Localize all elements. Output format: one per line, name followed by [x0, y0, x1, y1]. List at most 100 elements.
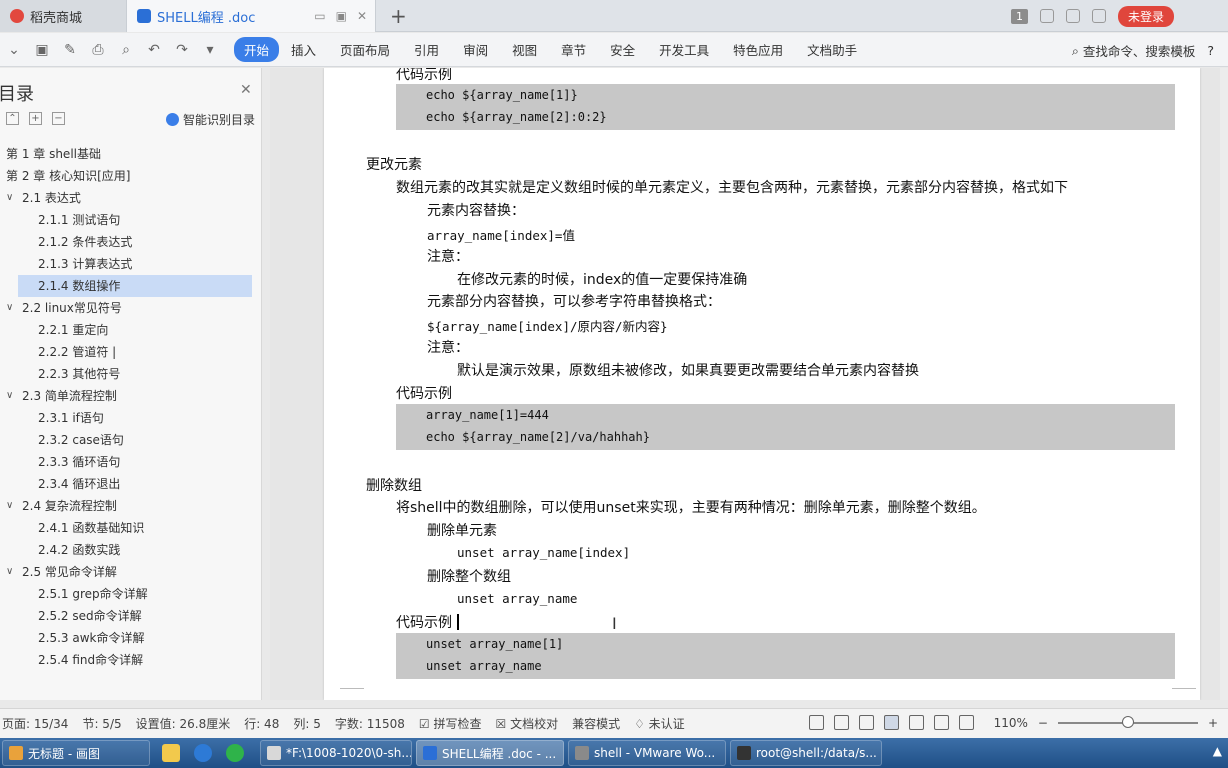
new-tab-plus-icon[interactable]: +: [390, 4, 407, 28]
smart-toc-button[interactable]: 智能识别目录: [166, 111, 255, 128]
format-painter-icon[interactable]: ✎: [62, 42, 78, 58]
toc-item[interactable]: 2.5.3 awk命令详解: [0, 627, 262, 649]
toc-item[interactable]: 2.5.1 grep命令详解: [0, 583, 262, 605]
spell-check-toggle[interactable]: ☑ 拼写检查: [419, 715, 482, 732]
tab-restore-icon[interactable]: ▭: [314, 9, 325, 23]
tab-pin-icon[interactable]: ▣: [336, 9, 347, 23]
toc-item[interactable]: 2.4.2 函数实践: [0, 539, 262, 561]
vertical-scrollbar[interactable]: [1220, 68, 1228, 700]
toc-item[interactable]: 2.1.1 测试语句: [0, 209, 262, 231]
kugou-icon[interactable]: [194, 744, 212, 762]
chevron-down-icon[interactable]: ∨: [6, 561, 13, 583]
menu-special[interactable]: 特色应用: [721, 37, 795, 62]
toc-item[interactable]: 2.3.2 case语句: [0, 429, 262, 451]
zoom-slider[interactable]: [1057, 715, 1198, 728]
menu-doc-assistant[interactable]: 文档助手: [795, 37, 869, 62]
cloud-sync-icon[interactable]: [1039, 9, 1054, 23]
customize-dropdown-icon[interactable]: ▾: [202, 42, 218, 58]
toc-item[interactable]: ∨ 2.3 简单流程控制: [0, 385, 262, 407]
fullscreen-icon[interactable]: [808, 715, 824, 730]
taskbar-item-vmware[interactable]: shell - VMware Wo...: [568, 740, 726, 766]
menu-icon[interactable]: [1091, 9, 1106, 23]
toc-item[interactable]: 2.3.1 if语句: [0, 407, 262, 429]
menu-developer[interactable]: 开发工具: [647, 37, 721, 62]
menu-view[interactable]: 视图: [500, 37, 549, 62]
toc-item[interactable]: 2.3.3 循环语句: [0, 451, 262, 473]
folder-icon[interactable]: [162, 744, 180, 762]
chevron-down-icon[interactable]: ∨: [6, 297, 13, 319]
add-heading-icon[interactable]: +: [29, 112, 42, 125]
command-search[interactable]: ⌕ 查找命令、搜索模板 ?: [1072, 41, 1214, 60]
menu-security[interactable]: 安全: [598, 37, 647, 62]
toc-item[interactable]: ∨ 2.5 常见命令详解: [0, 561, 262, 583]
toc-item[interactable]: 2.5.4 find命令详解: [0, 649, 262, 671]
zoom-slider-handle[interactable]: [1121, 715, 1134, 728]
reading-mode-icon[interactable]: [833, 715, 849, 730]
eye-protection-icon[interactable]: [958, 715, 974, 730]
taskbar-item-paint[interactable]: 无标题 - 画图: [2, 740, 150, 766]
print-icon[interactable]: ⎙: [90, 42, 106, 58]
chevron-up-icon[interactable]: ▲: [1213, 744, 1222, 758]
toc-item[interactable]: 2.5.2 sed命令详解: [0, 605, 262, 627]
menu-insert[interactable]: 插入: [279, 37, 328, 62]
toc-item[interactable]: 2.3.4 循环退出: [0, 473, 262, 495]
chevron-down-icon[interactable]: ∨: [6, 187, 13, 209]
chevron-down-icon[interactable]: ∨: [6, 385, 13, 407]
toc-item[interactable]: 2.2.1 重定向: [0, 319, 262, 341]
toc-item[interactable]: ∨ 2.4 复杂流程控制: [0, 495, 262, 517]
toc-item[interactable]: 第 1 章 shell基础: [0, 143, 262, 165]
menu-page-layout[interactable]: 页面布局: [328, 37, 402, 62]
toc-item[interactable]: 2.2.3 其他符号: [0, 363, 262, 385]
redo-icon[interactable]: ↷: [174, 42, 190, 58]
document-page[interactable]: 代码示例 echo ${array_name[1]} echo ${array_…: [324, 68, 1200, 700]
zoom-level[interactable]: 110%: [994, 716, 1028, 730]
status-words[interactable]: 字数: 11508: [335, 715, 405, 732]
login-button[interactable]: 未登录: [1117, 5, 1174, 27]
print-preview-icon[interactable]: ⌕: [118, 42, 134, 58]
menu-start[interactable]: 开始: [234, 37, 280, 62]
document-area[interactable]: 代码示例 echo ${array_name[1]} echo ${array_…: [270, 68, 1220, 700]
certification-button[interactable]: ♢ 未认证: [634, 715, 685, 732]
tab-close-icon[interactable]: ✕: [357, 9, 367, 23]
remove-heading-icon[interactable]: −: [52, 112, 65, 125]
close-icon[interactable]: ✕: [240, 82, 252, 98]
edit-mode-icon[interactable]: [858, 715, 874, 730]
toc-item[interactable]: 第 2 章 核心知识[应用]: [0, 165, 262, 187]
window-count-badge[interactable]: 1: [1010, 8, 1028, 24]
syntax-line: ${array_name[index]/原内容/新内容}: [427, 319, 668, 334]
toc-item[interactable]: 2.1.3 计算表达式: [0, 253, 262, 275]
collapse-icon[interactable]: ⌃: [6, 112, 19, 125]
wechat-icon[interactable]: [226, 744, 244, 762]
taskbar-item-wps[interactable]: SHELL编程 .doc - ...: [416, 740, 564, 766]
save-icon[interactable]: ▣: [34, 42, 50, 58]
menu-chapter[interactable]: 章节: [549, 37, 598, 62]
tab-docer-store[interactable]: 稻壳商城: [0, 0, 126, 32]
toc-item-label: 2.2.3 其他符号: [38, 367, 121, 381]
page-view-icon[interactable]: [883, 715, 899, 730]
toc-item[interactable]: 2.2.2 管道符 |: [0, 341, 262, 363]
taskbar-item-terminal[interactable]: root@shell:/data/s...: [730, 740, 882, 766]
toc-item[interactable]: 2.1.2 条件表达式: [0, 231, 262, 253]
zoom-in-icon[interactable]: +: [1208, 716, 1218, 730]
taskbar-item-notepad[interactable]: *F:\1008-1020\0-sh...: [260, 740, 412, 766]
text-cursor: [457, 614, 459, 630]
shield-icon: ♢: [634, 717, 649, 731]
status-page[interactable]: 页面: 15/34: [2, 715, 68, 732]
tab-shell-doc[interactable]: SHELL编程 .doc ▭ ▣ ✕: [126, 0, 376, 32]
menu-references[interactable]: 引用: [402, 37, 451, 62]
toc-item[interactable]: ∨ 2.2 linux常见符号: [0, 297, 262, 319]
outline-view-icon[interactable]: [908, 715, 924, 730]
toc-item-selected[interactable]: 2.1.4 数组操作: [18, 275, 252, 297]
undo-icon[interactable]: ↶: [146, 42, 162, 58]
chevron-down-icon[interactable]: ⌄: [6, 42, 22, 58]
zoom-out-icon[interactable]: −: [1038, 716, 1048, 730]
web-view-icon[interactable]: [933, 715, 949, 730]
toc-item[interactable]: ∨ 2.1 表达式: [0, 187, 262, 209]
proofread-button[interactable]: ☒ 文档校对: [495, 715, 558, 732]
menu-review[interactable]: 审阅: [451, 37, 500, 62]
help-icon[interactable]: ?: [1207, 43, 1214, 58]
chevron-down-icon[interactable]: ∨: [6, 495, 13, 517]
syntax-line: unset array_name: [457, 591, 578, 606]
toc-item[interactable]: 2.4.1 函数基础知识: [0, 517, 262, 539]
skin-icon[interactable]: [1065, 9, 1080, 23]
